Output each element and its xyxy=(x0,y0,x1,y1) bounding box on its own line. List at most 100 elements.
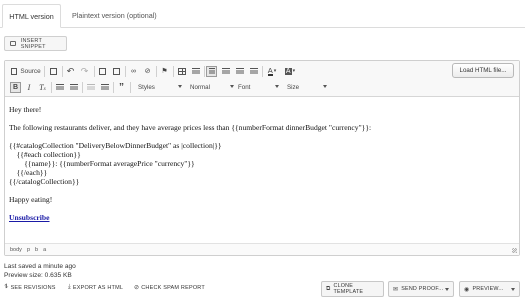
increase-indent-button[interactable] xyxy=(99,81,110,93)
intro-line: The following restaurants deliver, and t… xyxy=(9,123,372,132)
align-center-button[interactable] xyxy=(220,65,231,77)
see-revisions-link[interactable]: ⥮ SEE REVISIONS xyxy=(4,284,56,291)
align-left-icon xyxy=(206,65,217,77)
chevron-down-icon xyxy=(511,288,515,291)
source-label: Source xyxy=(20,67,41,75)
size-dropdown[interactable]: Size xyxy=(287,81,327,93)
undo-icon: ↶ xyxy=(66,65,75,76)
chevron-down-icon xyxy=(323,85,327,88)
chevron-down-icon xyxy=(445,288,449,291)
insert-snippet-button[interactable]: INSERT SNIPPET xyxy=(4,36,67,51)
greeting-line: Hey there! xyxy=(9,105,42,114)
link-icon: ∞ xyxy=(131,67,136,75)
table-button[interactable] xyxy=(176,65,187,77)
blockquote-button[interactable]: ” xyxy=(116,81,127,93)
align-justify-button[interactable] xyxy=(248,65,259,77)
toolbar-separator xyxy=(44,66,45,77)
paste-text-button[interactable] xyxy=(97,65,108,77)
toolbar-separator xyxy=(262,66,263,77)
align-right-button[interactable] xyxy=(234,65,245,77)
numbered-list-button[interactable] xyxy=(54,81,65,93)
styles-dropdown[interactable]: Styles xyxy=(138,81,182,93)
version-tabs: HTML version Plaintext version (optional… xyxy=(0,4,525,28)
tab-plaintext-version[interactable]: Plaintext version (optional) xyxy=(64,4,165,28)
path-item-p[interactable]: p xyxy=(27,247,30,253)
path-item-a[interactable]: a xyxy=(43,247,46,253)
template-line: {{/each}} xyxy=(9,168,48,177)
check-spam-label: CHECK SPAM REPORT xyxy=(141,284,205,291)
path-item-b[interactable]: b xyxy=(35,247,38,253)
align-left-button[interactable] xyxy=(206,65,217,77)
numbered-list-icon xyxy=(55,83,64,91)
template-line: {{#catalogCollection "DeliveryBelowDinne… xyxy=(9,141,222,150)
clone-template-button[interactable]: ⧉ CLONE TEMPLATE xyxy=(321,281,384,297)
insert-snippet-label: INSERT SNIPPET xyxy=(20,37,46,50)
align-right-icon xyxy=(235,67,244,75)
toolbar-separator xyxy=(125,66,126,77)
toolbar-separator xyxy=(130,82,131,93)
source-button[interactable]: Source xyxy=(10,65,42,77)
quote-icon: ” xyxy=(119,81,124,93)
bulleted-list-button[interactable] xyxy=(68,81,79,93)
styles-label: Styles xyxy=(138,83,155,91)
size-label: Size xyxy=(287,83,300,91)
export-html-link[interactable]: ⤓ EXPORT AS HTML xyxy=(68,284,123,291)
decrease-indent-button[interactable] xyxy=(85,81,96,93)
tab-html-version[interactable]: HTML version xyxy=(2,4,61,28)
export-html-label: EXPORT AS HTML xyxy=(72,284,124,291)
bold-button[interactable]: B xyxy=(10,81,21,93)
increase-indent-icon xyxy=(100,83,109,91)
format-dropdown[interactable]: Normal xyxy=(190,81,234,93)
preview-doc-button[interactable] xyxy=(48,65,58,77)
paste-text-icon xyxy=(99,67,106,75)
horizontal-rule-icon xyxy=(191,67,200,75)
redo-button[interactable]: ↷ xyxy=(79,65,90,77)
align-center-icon xyxy=(221,67,230,75)
bottom-action-bar: ⥮ SEE REVISIONS ⤓ EXPORT AS HTML ⊘ CHECK… xyxy=(0,280,525,298)
path-item-body[interactable]: body xyxy=(10,247,22,253)
clone-template-label: CLONE TEMPLATE xyxy=(333,283,364,295)
load-html-file-button[interactable]: Load HTML file... xyxy=(452,63,514,78)
template-line: {{#each collection}} xyxy=(9,150,81,159)
source-doc-icon xyxy=(11,67,18,75)
remove-format-button[interactable]: Tx xyxy=(37,81,48,93)
paste-word-button[interactable] xyxy=(111,65,122,77)
see-revisions-label: SEE REVISIONS xyxy=(10,284,56,291)
preview-size-text: Preview size: 0.635 KB xyxy=(4,272,72,279)
toolbar-separator xyxy=(94,66,95,77)
background-color-button[interactable]: A ▾ xyxy=(283,65,297,77)
toolbar-separator xyxy=(204,66,205,77)
link-button[interactable]: ∞ xyxy=(128,65,139,77)
table-icon xyxy=(177,67,186,75)
resize-grip-icon[interactable] xyxy=(512,248,517,253)
anchor-flag-icon: ⚑ xyxy=(161,68,168,75)
decrease-indent-icon xyxy=(86,83,95,91)
horizontal-rule-button[interactable] xyxy=(190,65,201,77)
unlink-button[interactable]: ⊘ xyxy=(142,65,153,77)
anchor-button[interactable]: ⚑ xyxy=(159,65,170,77)
unsubscribe-link[interactable]: Unsubscribe xyxy=(9,213,50,222)
revisions-icon: ⥮ xyxy=(4,284,9,290)
italic-button[interactable]: I xyxy=(24,81,34,93)
template-line: {{name}}: {{numberFormat averagePrice "c… xyxy=(9,159,195,168)
toolbar-separator xyxy=(82,82,83,93)
toolbar-separator xyxy=(62,66,63,77)
toolbar-separator xyxy=(51,82,52,93)
align-justify-icon xyxy=(249,67,258,75)
send-proof-label: SEND PROOF... xyxy=(401,286,444,292)
send-proof-button[interactable]: ✉ SEND PROOF... xyxy=(388,281,454,297)
toolbar-separator xyxy=(113,82,114,93)
undo-button[interactable]: ↶ xyxy=(65,65,76,77)
text-color-button[interactable]: A ▾ xyxy=(265,65,279,77)
toolbar-separator xyxy=(156,66,157,77)
check-spam-link[interactable]: ⊘ CHECK SPAM REPORT xyxy=(134,284,205,292)
text-color-icon: A xyxy=(267,65,273,76)
preview-button[interactable]: ◉ PREVIEW... xyxy=(459,281,520,297)
chevron-down-icon xyxy=(275,85,279,88)
download-icon: ⤓ xyxy=(68,284,71,290)
spam-shield-icon: ⊘ xyxy=(134,285,140,291)
font-dropdown[interactable]: Font xyxy=(238,81,279,93)
editor-toolbar: Source ↶ ↷ ∞ ⊘ ⚑ A ▾ A ▾ Load HTML file.… xyxy=(5,61,519,97)
element-path-bar: body p b a xyxy=(5,243,519,255)
background-color-icon: A xyxy=(284,67,292,75)
